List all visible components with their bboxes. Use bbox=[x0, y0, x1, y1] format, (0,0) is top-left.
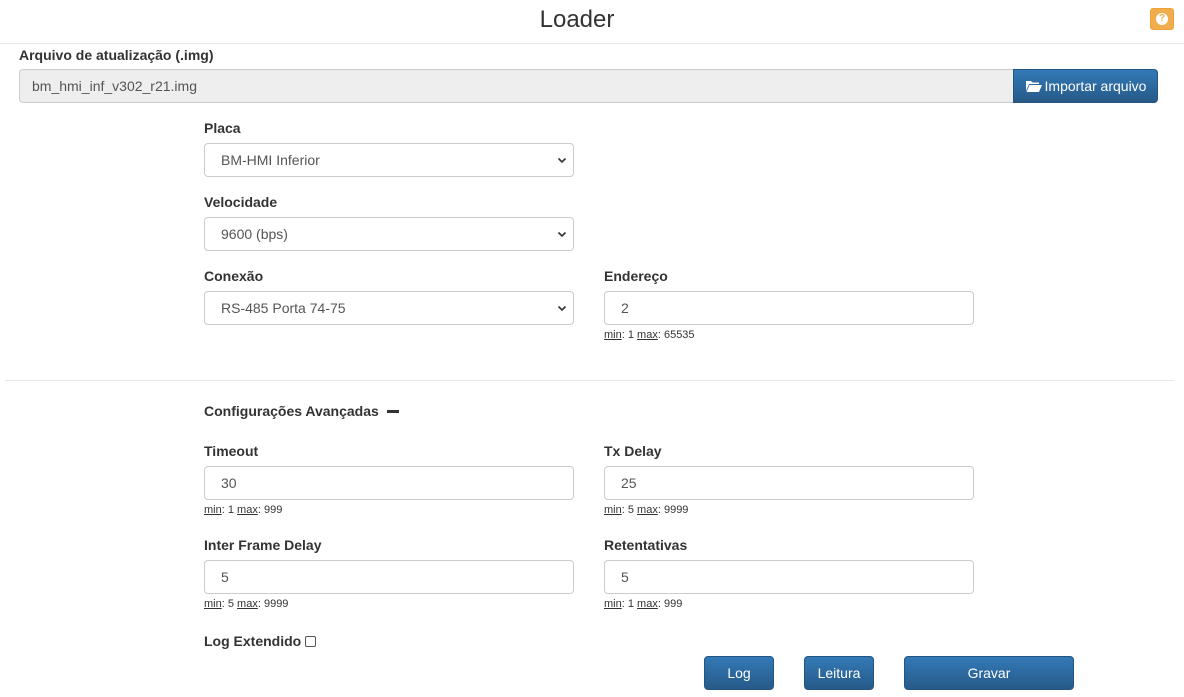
inter-frame-delay-range-hint: min: 5 max: 9999 bbox=[204, 598, 289, 610]
page-title: Loader bbox=[539, 6, 615, 33]
advanced-settings-label: Configurações Avançadas bbox=[204, 403, 379, 419]
conexao-label: Conexão bbox=[204, 268, 264, 284]
header-divider bbox=[0, 43, 1184, 44]
folder-open-icon bbox=[1025, 81, 1042, 92]
timeout-label: Timeout bbox=[204, 443, 259, 459]
import-file-button[interactable]: Importar arquivo bbox=[1013, 69, 1158, 103]
chevron-down-icon bbox=[557, 231, 567, 238]
retentativas-range-hint: min: 1 max: 999 bbox=[604, 598, 683, 610]
endereco-input[interactable]: 2 bbox=[604, 291, 974, 325]
endereco-range-hint: min: 1 max: 65535 bbox=[604, 329, 695, 341]
help-button[interactable]: ? bbox=[1150, 8, 1174, 30]
advanced-settings-toggle[interactable]: Configurações Avançadas bbox=[204, 403, 399, 419]
chevron-down-icon bbox=[557, 305, 567, 312]
gravar-button[interactable]: Gravar bbox=[904, 656, 1074, 690]
file-label: Arquivo de atualização (.img) bbox=[19, 47, 214, 63]
chevron-down-icon bbox=[557, 157, 567, 164]
conexao-select[interactable]: RS-485 Porta 74-75 bbox=[204, 291, 574, 325]
log-extendido-row: Log Extendido bbox=[204, 633, 317, 649]
minus-icon bbox=[386, 409, 399, 413]
endereco-label: Endereço bbox=[604, 268, 668, 284]
velocidade-value: 9600 (bps) bbox=[221, 226, 288, 242]
timeout-range-hint: min: 1 max: 999 bbox=[204, 504, 283, 516]
log-extendido-checkbox[interactable] bbox=[305, 635, 317, 647]
retentativas-label: Retentativas bbox=[604, 537, 688, 553]
inter-frame-delay-input[interactable]: 5 bbox=[204, 560, 574, 594]
placa-value: BM-HMI Inferior bbox=[221, 152, 320, 168]
section-divider bbox=[5, 380, 1174, 381]
velocidade-select[interactable]: 9600 (bps) bbox=[204, 217, 574, 251]
placa-label: Placa bbox=[204, 120, 241, 136]
timeout-input[interactable]: 30 bbox=[204, 466, 574, 500]
tx-delay-input[interactable]: 25 bbox=[604, 466, 974, 500]
import-file-label: Importar arquivo bbox=[1044, 78, 1147, 94]
retentativas-input[interactable]: 5 bbox=[604, 560, 974, 594]
tx-delay-range-hint: min: 5 max: 9999 bbox=[604, 504, 689, 516]
velocidade-label: Velocidade bbox=[204, 194, 278, 210]
inter-frame-delay-label: Inter Frame Delay bbox=[204, 537, 322, 553]
question-circle-icon: ? bbox=[1156, 13, 1168, 25]
leitura-button[interactable]: Leitura bbox=[804, 656, 874, 690]
tx-delay-label: Tx Delay bbox=[604, 443, 662, 459]
file-path-field[interactable]: bm_hmi_inf_v302_r21.img bbox=[19, 69, 1014, 103]
placa-select[interactable]: BM-HMI Inferior bbox=[204, 143, 574, 177]
log-button[interactable]: Log bbox=[704, 656, 774, 690]
conexao-value: RS-485 Porta 74-75 bbox=[221, 300, 346, 316]
log-extendido-label: Log Extendido bbox=[204, 633, 302, 649]
